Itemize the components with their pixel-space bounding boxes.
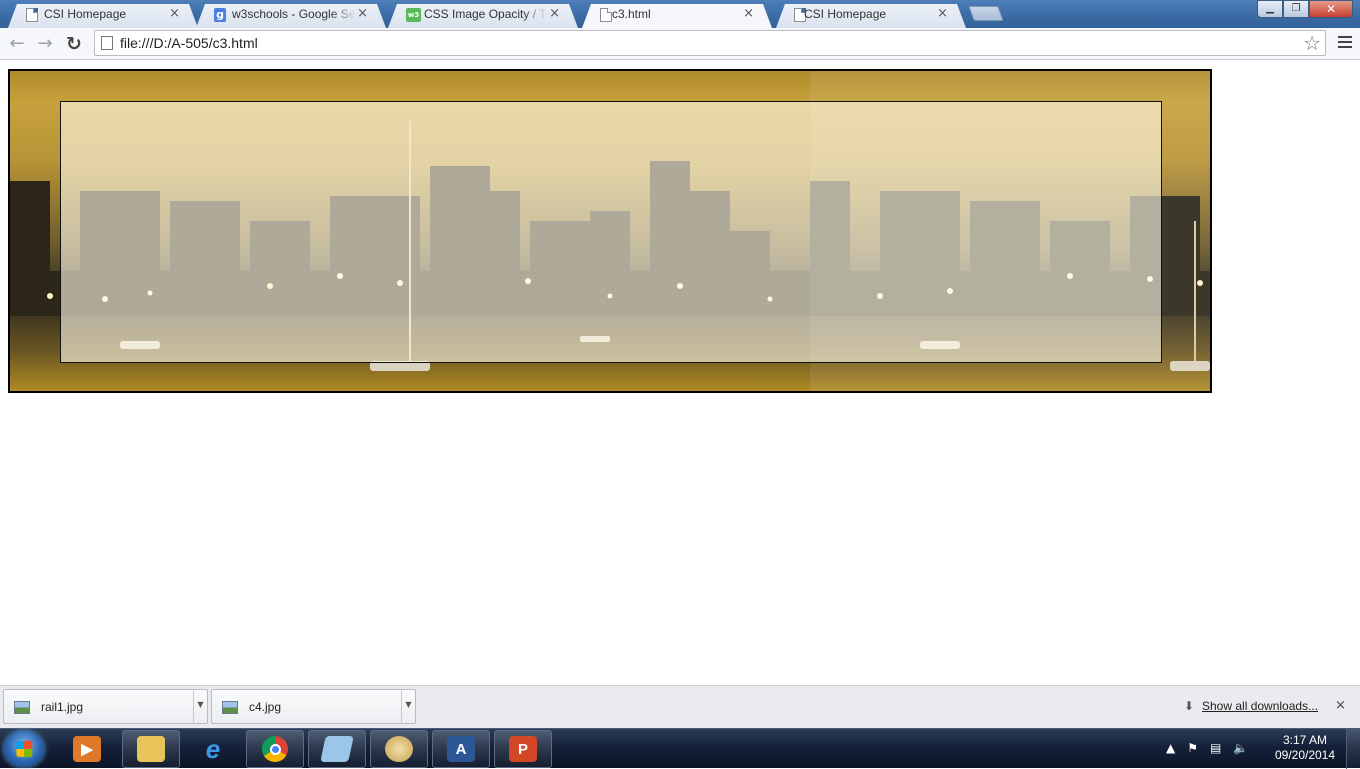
clock-time: 3:17 AM xyxy=(1282,733,1328,747)
image-file-icon xyxy=(14,701,30,714)
close-shelf-button[interactable]: × xyxy=(1335,698,1346,713)
word-icon: A xyxy=(447,736,475,762)
page-icon xyxy=(101,36,113,50)
close-icon[interactable]: × xyxy=(549,6,560,22)
windows-logo-icon xyxy=(16,740,33,758)
file-explorer-icon xyxy=(137,736,165,762)
forward-arrow-icon: → xyxy=(37,33,53,54)
system-clock[interactable]: 3:17 AM 09/20/2014 xyxy=(1270,733,1340,763)
page-icon xyxy=(26,8,38,22)
tab-google-search[interactable]: g w3schools - Google Search × xyxy=(196,2,386,28)
show-desktop-button[interactable] xyxy=(1346,729,1360,769)
chevron-down-icon[interactable]: ▼ xyxy=(401,690,415,723)
image-file-icon xyxy=(222,701,238,714)
tab-title: CSI Homepage xyxy=(44,7,127,21)
forward-button[interactable]: → xyxy=(34,33,56,55)
network-icon[interactable]: ▤ xyxy=(1210,741,1221,755)
bookmark-star-icon[interactable]: ☆ xyxy=(1303,31,1321,55)
taskbar-file-explorer[interactable] xyxy=(122,730,180,768)
back-button[interactable]: ← xyxy=(6,33,28,55)
download-item-c4[interactable]: c4.jpg ▼ xyxy=(211,689,416,724)
taskbar-internet-explorer[interactable]: e xyxy=(184,730,242,768)
tab-csi-homepage-2[interactable]: CSI Homepage × xyxy=(776,2,966,28)
tray-expand-icon[interactable]: ▲ xyxy=(1166,741,1175,755)
menu-icon[interactable] xyxy=(1338,36,1352,50)
close-window-button[interactable]: ✕ xyxy=(1309,0,1353,18)
address-url[interactable]: file:///D:/A-505/c3.html xyxy=(120,35,258,51)
close-icon[interactable]: × xyxy=(169,6,180,22)
internet-explorer-icon: e xyxy=(205,733,221,764)
close-icon[interactable]: × xyxy=(937,6,948,22)
taskbar-paint[interactable] xyxy=(370,730,428,768)
clock-date: 09/20/2014 xyxy=(1274,748,1336,762)
tab-strip: CSI Homepage × g w3schools - Google Sear… xyxy=(0,0,1360,28)
minimize-button[interactable]: ▁ xyxy=(1257,0,1283,18)
taskbar-word[interactable]: A xyxy=(432,730,490,768)
back-arrow-icon: ← xyxy=(9,33,25,54)
paint-icon xyxy=(385,736,413,762)
powerpoint-icon: P xyxy=(509,736,537,762)
action-center-flag-icon[interactable]: ⚑ xyxy=(1187,741,1198,755)
tab-title: c3.html xyxy=(612,7,651,21)
download-filename: rail1.jpg xyxy=(41,700,84,714)
taskbar-powerpoint[interactable]: P xyxy=(494,730,552,768)
w3schools-icon: w3 xyxy=(406,8,421,22)
windows-taskbar: ▶ e A P ▲ ⚑ ▤ 🔈 3:17 AM 09/20/2014 xyxy=(0,728,1360,769)
page-icon xyxy=(600,8,612,22)
download-arrow-icon: ⬇ xyxy=(1184,699,1195,713)
tab-title: CSS Image Opacity / Transparency xyxy=(424,7,548,21)
close-icon[interactable]: × xyxy=(743,6,754,22)
google-icon: g xyxy=(214,8,226,22)
skyline-banner-image xyxy=(8,69,1212,393)
reload-button[interactable]: ↻ xyxy=(63,33,85,55)
tab-title: CSI Homepage xyxy=(804,7,887,21)
tab-title: w3schools - Google Search xyxy=(232,7,356,21)
download-item-rail1[interactable]: rail1.jpg ▼ xyxy=(3,689,208,724)
taskbar-notepad[interactable] xyxy=(308,730,366,768)
close-icon[interactable]: × xyxy=(357,6,368,22)
start-button[interactable] xyxy=(4,731,44,767)
chrome-icon xyxy=(262,736,288,762)
chevron-down-icon[interactable]: ▼ xyxy=(193,690,207,723)
system-tray: ▲ ⚑ ▤ 🔈 xyxy=(1166,741,1248,755)
new-tab-button[interactable] xyxy=(968,6,1004,21)
taskbar-chrome[interactable] xyxy=(246,730,304,768)
browser-toolbar: ← → ↻ file:///D:/A-505/c3.html ☆ xyxy=(0,28,1360,60)
notepad-icon xyxy=(320,736,354,762)
volume-icon[interactable]: 🔈 xyxy=(1233,741,1248,755)
window-controls: ▁ ❐ ✕ xyxy=(1257,0,1353,18)
download-filename: c4.jpg xyxy=(249,700,282,714)
page-content xyxy=(0,61,1360,685)
tab-csi-homepage-1[interactable]: CSI Homepage × xyxy=(8,2,198,28)
tab-c3-html[interactable]: c3.html × xyxy=(582,2,772,28)
media-player-icon: ▶ xyxy=(73,736,101,762)
transparent-overlay-box xyxy=(60,101,1162,363)
tab-css-image-opacity[interactable]: w3 CSS Image Opacity / Transparency × xyxy=(388,2,578,28)
taskbar-media-player[interactable]: ▶ xyxy=(58,730,116,768)
reload-icon: ↻ xyxy=(66,33,82,55)
show-all-downloads-link[interactable]: Show all downloads... xyxy=(1202,699,1318,713)
download-shelf: rail1.jpg ▼ c4.jpg ▼ ⬇ Show all downloads… xyxy=(0,685,1360,728)
show-all-downloads: ⬇ Show all downloads... xyxy=(1184,699,1318,713)
address-bar[interactable]: file:///D:/A-505/c3.html ☆ xyxy=(94,30,1326,56)
maximize-button[interactable]: ❐ xyxy=(1283,0,1309,18)
